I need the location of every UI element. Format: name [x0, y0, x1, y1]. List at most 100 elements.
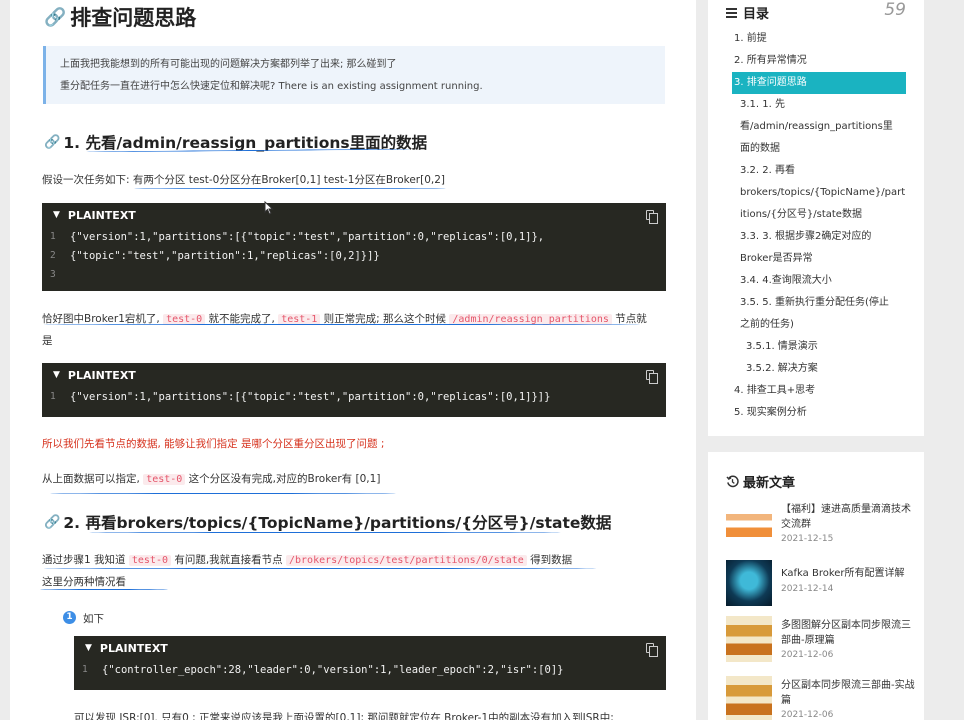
recent-posts-title: 最新文章: [743, 476, 796, 491]
post-thumbnail[interactable]: [726, 616, 772, 662]
toc-item-active[interactable]: 3. 排查问题思路: [732, 72, 906, 94]
note-line: 上面我把我能想到的所有可能出现的问题解决方案都列举了出来; 那么碰到了: [60, 59, 397, 70]
toc-count: 59: [884, 0, 906, 20]
code-block-header[interactable]: ▼ PLAINTEXT: [42, 363, 666, 387]
pen-underline: [42, 568, 598, 569]
note-line: 重分配任务一直在进行中怎么快速定位和解决呢? There is an exist…: [60, 81, 483, 92]
code-block-header[interactable]: ▼ PLAINTEXT: [42, 203, 666, 227]
copy-icon[interactable]: [646, 210, 658, 224]
code-block: ▼ PLAINTEXT 1 {"controller_epoch":28,"lea…: [74, 636, 666, 690]
chevron-down-icon[interactable]: ▼: [53, 370, 60, 380]
toc-item[interactable]: 1. 前提: [734, 28, 767, 50]
post-date: 2021-12-15: [781, 534, 834, 544]
toc-item[interactable]: 3.5. 5. 重新执行重分配任务(停止: [740, 292, 889, 314]
code-text: {"version":1,"partitions":[{"topic":"tes…: [70, 230, 545, 243]
recent-posts: 最新文章 【福利】速进高质量滴滴技术交流群 2021-12-15 Kafka B…: [708, 452, 924, 720]
link-icon[interactable]: 🔗: [44, 135, 60, 150]
toc-item[interactable]: 之前的任务): [740, 314, 794, 336]
text: 得到数据: [526, 554, 573, 566]
paragraph: 假设一次任务如下: 有两个分区 test-0分区分在Broker[0,1] te…: [42, 172, 445, 187]
history-icon: [726, 475, 739, 488]
post-date: 2021-12-06: [781, 710, 834, 720]
paragraph: 从上面数据可以指定, test-0 这个分区没有完成,对应的Broker有 [0…: [42, 471, 380, 486]
link-icon[interactable]: 🔗: [44, 7, 66, 28]
section-heading-text: 2. 再看brokers/topics/{TopicName}/partitio…: [63, 514, 612, 532]
line-number: 1: [50, 391, 56, 402]
post-title[interactable]: 多图图解分区副本同步限流三部曲-原理篇: [781, 618, 916, 648]
post-title[interactable]: Kafka Broker所有配置详解: [781, 566, 916, 581]
text: 通过步骤1 我知道: [42, 554, 129, 566]
recent-post-item[interactable]: 【福利】速进高质量滴滴技术交流群 2021-12-15: [726, 500, 916, 556]
page-title: 🔗 排查问题思路: [44, 2, 196, 32]
toc-item[interactable]: 3.5.1. 情景演示: [746, 336, 818, 358]
page-title-text: 排查问题思路: [70, 6, 197, 30]
chevron-down-icon[interactable]: ▼: [53, 210, 60, 220]
text: 有两个分区 test-0分区分在Broker[0,1] test-1分区在Bro…: [132, 174, 445, 186]
paragraph: 是: [42, 335, 53, 347]
recent-post-item[interactable]: 多图图解分区副本同步限流三部曲-原理篇 2021-12-06: [726, 616, 916, 672]
recent-post-item[interactable]: Kafka Broker所有配置详解 2021-12-14: [726, 560, 916, 616]
highlight-paragraph: 所以我们先看节点的数据, 能够让我们指定 是哪个分区重分区出现了问题 ;: [42, 438, 385, 450]
code-lang: PLAINTEXT: [67, 368, 136, 382]
note-block: 上面我把我能想到的所有可能出现的问题解决方案都列举了出来; 那么碰到了 重分配任…: [43, 46, 665, 104]
post-date: 2021-12-14: [781, 584, 834, 594]
text: 节点就: [611, 313, 647, 325]
link-icon[interactable]: 🔗: [44, 515, 60, 530]
pen-underline: [42, 324, 642, 325]
article-content: 🔗 排查问题思路 上面我把我能想到的所有可能出现的问题解决方案都列举了出来; 那…: [10, 0, 696, 720]
toc-item[interactable]: 4. 排查工具+思考: [734, 380, 815, 402]
inline-code: test-0: [143, 474, 186, 485]
text: 从上面数据可以指定,: [42, 473, 144, 485]
toc-item[interactable]: 5. 现实案例分析: [734, 402, 807, 424]
recent-post-item[interactable]: 分区副本同步限流三部曲-实战篇 2021-12-06: [726, 676, 916, 720]
toc-sidebar: 目录 59 1. 前提 2. 所有异常情况 3. 排查问题思路 3.1. 1. …: [708, 0, 924, 436]
toc-title: 目录: [743, 7, 770, 22]
line-number: 2: [50, 250, 56, 261]
text: 假设一次任务如下:: [42, 174, 133, 186]
copy-icon[interactable]: [646, 370, 658, 384]
toc-item[interactable]: 2. 所有异常情况: [734, 50, 807, 72]
toc-item[interactable]: 3.3. 3. 根据步骤2确定对应的: [740, 226, 871, 248]
paragraph: 这里分两种情况看: [42, 576, 126, 588]
post-thumbnail[interactable]: [726, 560, 772, 606]
toc-item[interactable]: 3.4. 4.查询限流大小: [740, 270, 832, 292]
code-block: ▼ PLAINTEXT 1 {"version":1,"partitions":[…: [42, 203, 666, 291]
toc-item[interactable]: 3.5.2. 解决方案: [746, 358, 818, 380]
code-lang: PLAINTEXT: [67, 208, 136, 222]
toc-item[interactable]: 3.2. 2. 再看: [740, 160, 795, 182]
toc-item[interactable]: itions/{分区号}/state数据: [740, 204, 862, 226]
pen-underline: [50, 493, 396, 494]
post-title[interactable]: 【福利】速进高质量滴滴技术交流群: [781, 502, 916, 532]
code-text: {"version":1,"partitions":[{"topic":"tes…: [70, 390, 551, 403]
inline-code: test-0: [128, 555, 171, 566]
copy-icon[interactable]: [646, 643, 658, 657]
code-line: 1 {"version":1,"partitions":[{"topic":"te…: [42, 387, 666, 406]
code-text: {"controller_epoch":28,"leader":0,"versi…: [102, 663, 564, 676]
line-number: 1: [50, 231, 56, 242]
code-lang: PLAINTEXT: [99, 641, 168, 655]
paragraph: 通过步骤1 我知道 test-0 有问题,我就直接看节点 /brokers/to…: [42, 552, 572, 567]
chevron-down-icon[interactable]: ▼: [85, 643, 92, 653]
post-title[interactable]: 分区副本同步限流三部曲-实战篇: [781, 678, 916, 708]
code-block-header[interactable]: ▼ PLAINTEXT: [74, 636, 666, 660]
post-thumbnail[interactable]: [726, 500, 772, 546]
toc-item[interactable]: 3.1. 1. 先: [740, 94, 785, 116]
post-thumbnail[interactable]: [726, 676, 772, 720]
text: 有问题,我就直接看节点: [170, 554, 286, 566]
pen-underline: [134, 188, 446, 189]
code-line: 1 {"controller_epoch":28,"leader":0,"vers…: [74, 660, 666, 679]
paragraph: 可以发现 ISR:[0]. 只有0 ; 正常来说应该是我上面设置的[0,1]; …: [74, 712, 614, 720]
code-text: {"topic":"test","partition":1,"replicas"…: [70, 249, 380, 262]
line-number: 1: [82, 664, 88, 675]
mouse-cursor-icon: [264, 201, 274, 215]
line-number: 3: [50, 269, 56, 280]
code-line: 3: [42, 265, 666, 284]
toc-item[interactable]: brokers/topics/{TopicName}/part: [740, 182, 905, 204]
toc-item[interactable]: Broker是否异常: [740, 248, 813, 270]
toc-item[interactable]: 看/admin/reassign_partitions里: [740, 116, 893, 138]
step-text: 如下: [83, 613, 104, 625]
toc-item[interactable]: 面的数据: [740, 138, 780, 160]
section-heading-2: 🔗 2. 再看brokers/topics/{TopicName}/partit…: [44, 511, 611, 533]
toc-header: 目录: [726, 3, 769, 22]
recent-posts-header: 最新文章: [726, 472, 795, 491]
